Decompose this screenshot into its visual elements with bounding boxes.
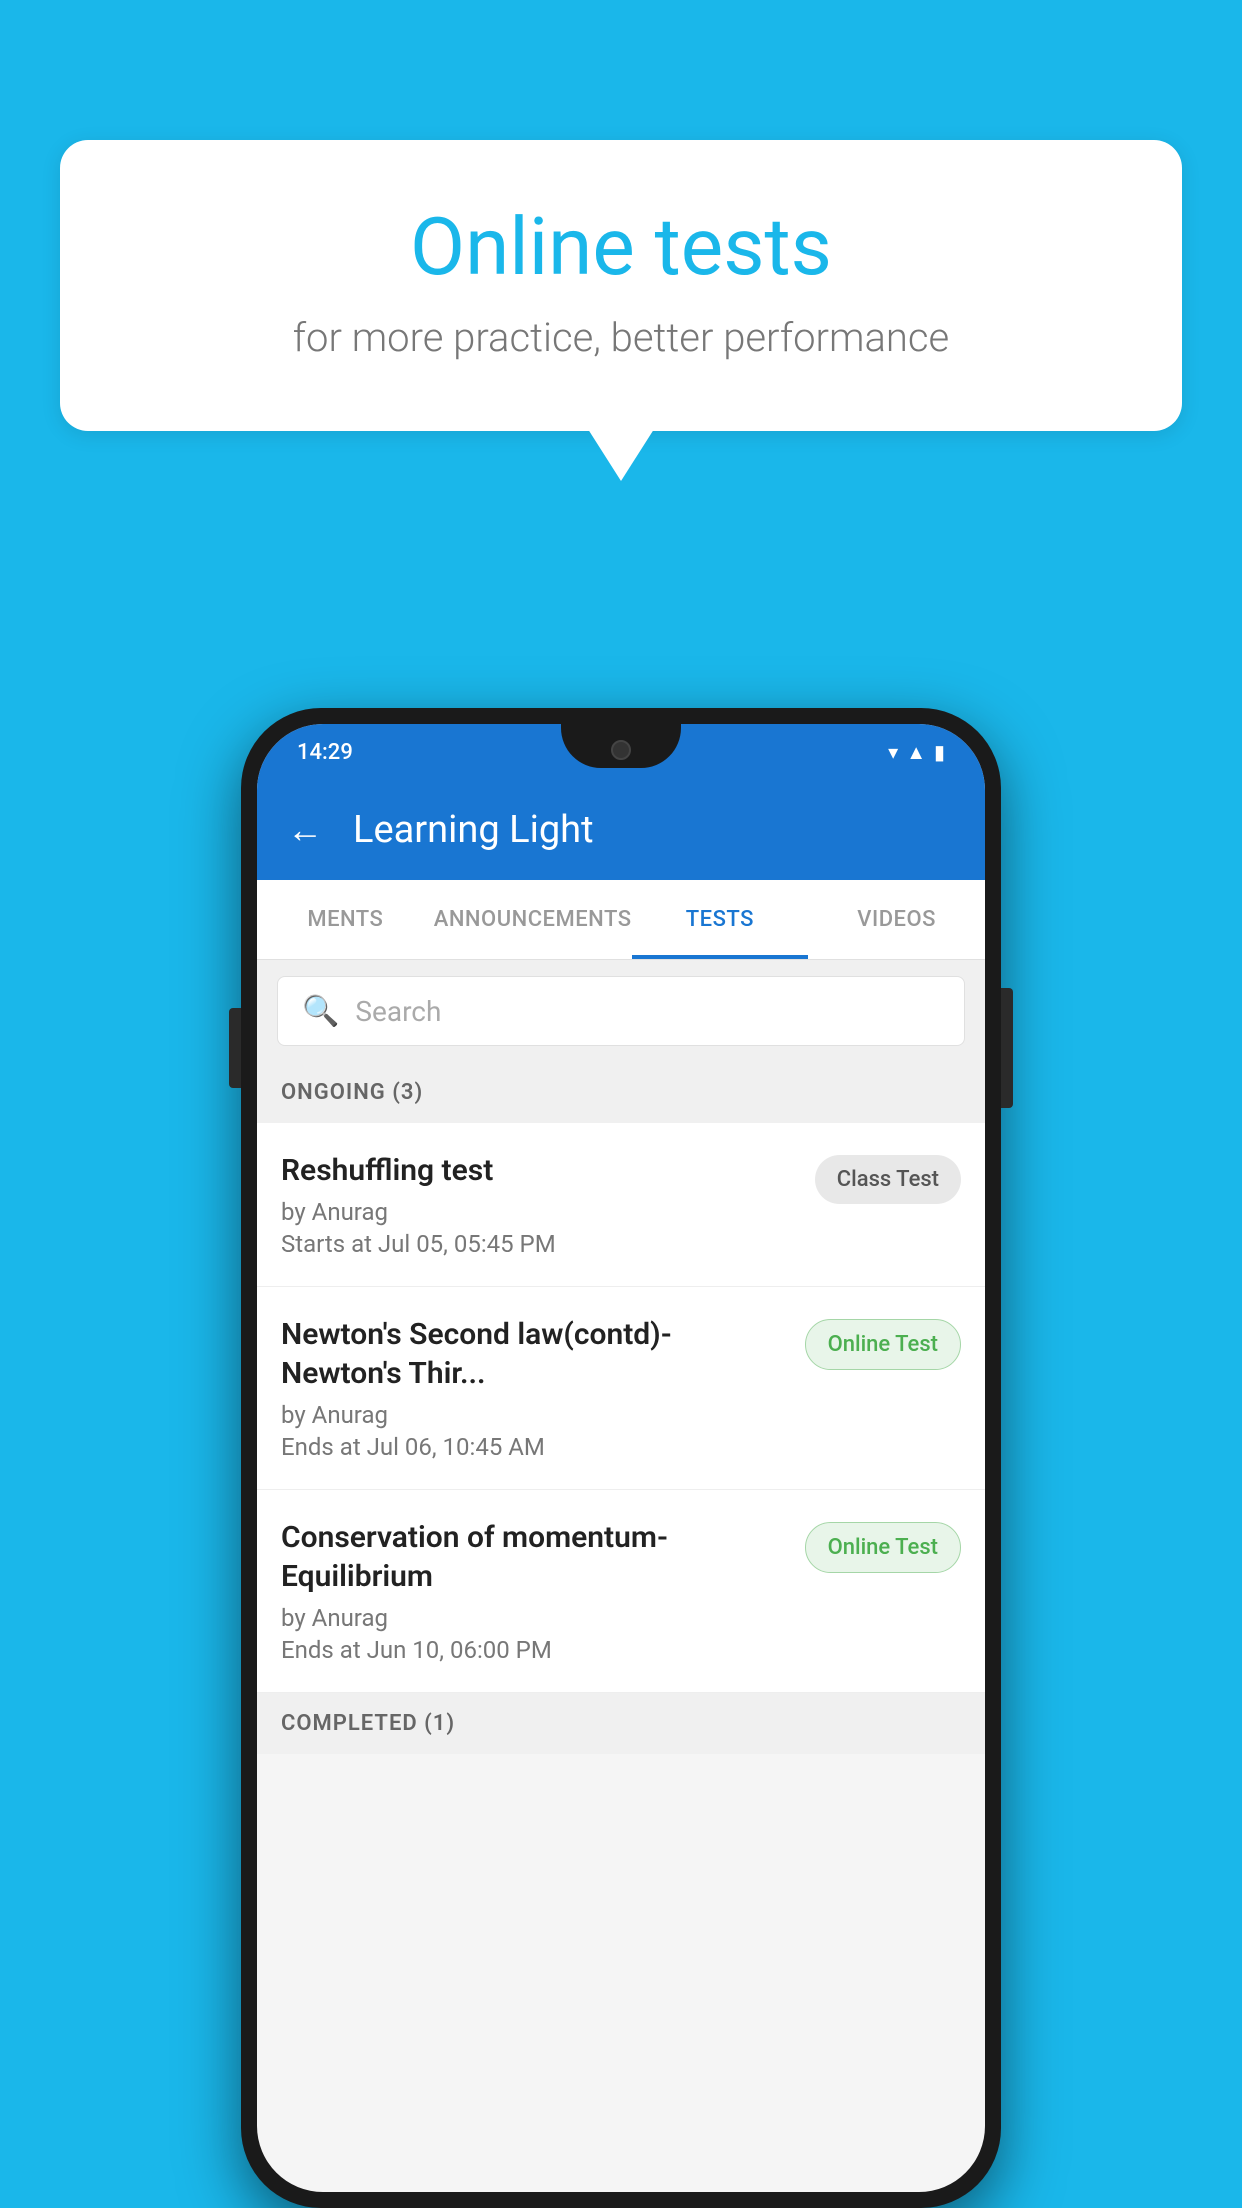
test-badge-3: Online Test: [805, 1522, 961, 1573]
search-container: 🔍 Search: [257, 960, 985, 1062]
test-item-3[interactable]: Conservation of momentum-Equilibrium by …: [257, 1490, 985, 1693]
test-title-3: Conservation of momentum-Equilibrium: [281, 1518, 789, 1596]
search-icon: 🔍: [302, 994, 339, 1029]
test-title-1: Reshuffling test: [281, 1151, 799, 1190]
test-author-1: by Anurag: [281, 1198, 799, 1226]
search-bar[interactable]: 🔍 Search: [277, 976, 965, 1046]
status-icons: ▾ ▲ ▮: [888, 740, 945, 765]
notch: [561, 724, 681, 768]
status-bar: 14:29 ▾ ▲ ▮: [257, 724, 985, 780]
tab-announcements[interactable]: ANNOUNCEMENTS: [434, 880, 632, 959]
phone-wrapper: 14:29 ▾ ▲ ▮ ← Learning Light MENTS ANNOU…: [241, 708, 1001, 2208]
back-button[interactable]: ←: [287, 809, 323, 851]
test-author-2: by Anurag: [281, 1401, 789, 1429]
tab-tests[interactable]: TESTS: [632, 880, 809, 959]
bubble-title: Online tests: [140, 200, 1102, 294]
test-date-3: Ends at Jun 10, 06:00 PM: [281, 1636, 789, 1664]
wifi-icon: ▾: [888, 740, 898, 764]
test-item-2[interactable]: Newton's Second law(contd)-Newton's Thir…: [257, 1287, 985, 1490]
status-time: 14:29: [297, 740, 353, 765]
test-badge-2: Online Test: [805, 1319, 961, 1370]
tab-videos[interactable]: VIDEOS: [808, 880, 985, 959]
tab-ments[interactable]: MENTS: [257, 880, 434, 959]
battery-icon: ▮: [934, 740, 945, 764]
search-input[interactable]: Search: [355, 995, 441, 1028]
test-date-1: Starts at Jul 05, 05:45 PM: [281, 1230, 799, 1258]
ongoing-section-header: ONGOING (3): [257, 1062, 985, 1123]
speech-bubble: Online tests for more practice, better p…: [60, 140, 1182, 431]
completed-section-header: COMPLETED (1): [257, 1693, 985, 1754]
bubble-subtitle: for more practice, better performance: [140, 314, 1102, 361]
camera: [611, 740, 631, 760]
app-bar-title: Learning Light: [353, 808, 594, 852]
signal-icon: ▲: [906, 740, 926, 765]
test-list: Reshuffling test by Anurag Starts at Jul…: [257, 1123, 985, 1693]
app-bar: ← Learning Light: [257, 780, 985, 880]
tabs-bar: MENTS ANNOUNCEMENTS TESTS VIDEOS: [257, 880, 985, 960]
test-item-1[interactable]: Reshuffling test by Anurag Starts at Jul…: [257, 1123, 985, 1287]
test-badge-1: Class Test: [815, 1155, 961, 1204]
phone-screen: 14:29 ▾ ▲ ▮ ← Learning Light MENTS ANNOU…: [257, 724, 985, 2192]
test-author-3: by Anurag: [281, 1604, 789, 1632]
phone-outer: 14:29 ▾ ▲ ▮ ← Learning Light MENTS ANNOU…: [241, 708, 1001, 2208]
test-date-2: Ends at Jul 06, 10:45 AM: [281, 1433, 789, 1461]
test-info-3: Conservation of momentum-Equilibrium by …: [281, 1518, 789, 1664]
test-title-2: Newton's Second law(contd)-Newton's Thir…: [281, 1315, 789, 1393]
test-info-2: Newton's Second law(contd)-Newton's Thir…: [281, 1315, 789, 1461]
test-info-1: Reshuffling test by Anurag Starts at Jul…: [281, 1151, 799, 1258]
speech-bubble-container: Online tests for more practice, better p…: [60, 140, 1182, 431]
